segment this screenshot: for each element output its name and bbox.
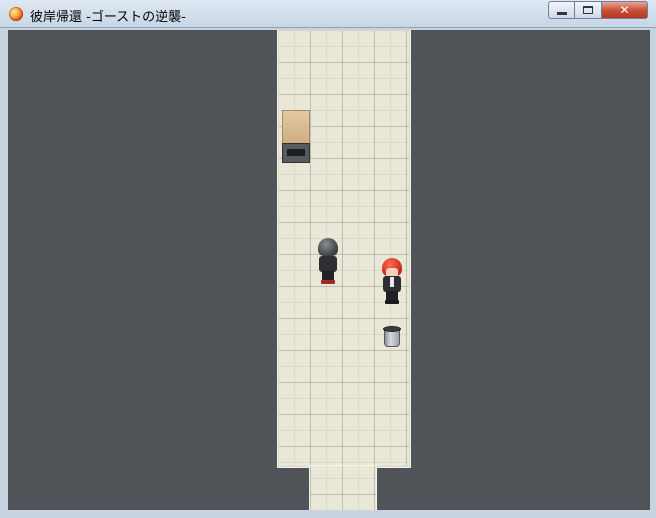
- tiled-corridor-floor: [278, 30, 410, 467]
- desk-terminal-icon[interactable]: [282, 110, 310, 164]
- desk-front: [282, 143, 310, 163]
- bucket-icon[interactable]: [383, 326, 401, 348]
- close-icon: ✕: [619, 3, 630, 17]
- minimize-button[interactable]: [548, 1, 575, 19]
- hair: [318, 238, 338, 256]
- minimize-icon: [556, 11, 567, 15]
- desk-top: [282, 110, 310, 144]
- player-character-sprite[interactable]: [316, 238, 340, 284]
- close-button[interactable]: ✕: [602, 1, 648, 19]
- window-controls: ✕: [548, 1, 648, 21]
- game-viewport[interactable]: [8, 30, 650, 510]
- bucket-rim: [383, 326, 401, 332]
- corridor-exit-floor: [310, 466, 376, 510]
- maximize-button[interactable]: [575, 1, 602, 19]
- shirt: [390, 277, 394, 287]
- npc-character-sprite[interactable]: [380, 258, 404, 304]
- window-title: 彼岸帰還 -ゴーストの逆襲-: [30, 10, 186, 25]
- desk-slot: [287, 149, 305, 156]
- shoes: [321, 280, 335, 284]
- jacket: [319, 256, 337, 272]
- shoes: [385, 300, 399, 304]
- maximize-icon: [583, 6, 593, 14]
- game-window: 彼岸帰還 -ゴーストの逆襲- ✕: [0, 0, 656, 518]
- app-orb-icon: [9, 7, 23, 21]
- title-bar[interactable]: 彼岸帰還 -ゴーストの逆襲- ✕: [0, 0, 656, 28]
